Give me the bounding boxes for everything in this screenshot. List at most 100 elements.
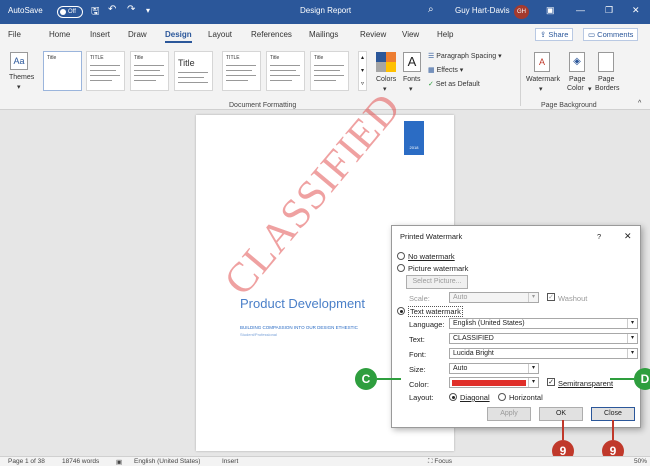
gallery-scroll[interactable]: ▴ ▾ ▿	[358, 51, 367, 91]
page-borders-label-1[interactable]: Page	[598, 76, 614, 83]
page-borders-icon[interactable]	[598, 52, 614, 72]
picture-watermark-label[interactable]: Picture watermark	[408, 264, 468, 273]
chevron-down-icon: ▾	[627, 349, 637, 358]
size-select[interactable]: Auto ▾	[449, 363, 539, 374]
style-set-1-title: Title	[47, 55, 57, 61]
effects-button[interactable]: ▦ Effects ▾	[428, 66, 463, 74]
watermark-icon[interactable]: A	[534, 52, 550, 72]
fonts-label[interactable]: Fonts	[403, 76, 421, 83]
themes-dropdown-icon[interactable]: ▾	[17, 83, 21, 91]
style-set-4-title: Title	[178, 58, 195, 68]
washout-label[interactable]: Washout	[558, 294, 587, 303]
document-title[interactable]: Design Report	[300, 6, 351, 15]
tab-file[interactable]: File	[8, 30, 21, 39]
zoom-level[interactable]: 50%	[634, 458, 647, 465]
word-count[interactable]: 18746 words	[62, 458, 99, 465]
tab-insert[interactable]: Insert	[90, 30, 110, 39]
set-as-default-button[interactable]: ✓ Set as Default	[428, 80, 480, 88]
language-status[interactable]: English (United States)	[134, 458, 200, 465]
tab-layout[interactable]: Layout	[208, 30, 232, 39]
color-label: Color:	[409, 380, 430, 389]
proofing-icon[interactable]: ▣	[116, 458, 122, 466]
line	[226, 75, 256, 76]
ok-button[interactable]: OK	[539, 407, 583, 421]
themes-icon[interactable]: Aa	[10, 52, 28, 70]
page-color-dropdown-icon[interactable]: ▾	[588, 85, 592, 93]
tab-view[interactable]: View	[402, 30, 419, 39]
horizontal-radio[interactable]	[498, 393, 506, 401]
page-color-label-1[interactable]: Page	[569, 76, 585, 83]
style-set-2[interactable]: TITLE	[86, 51, 125, 91]
paragraph-spacing-button[interactable]: ☰ Paragraph Spacing ▾	[428, 52, 502, 60]
autosave-toggle[interactable]: Off	[57, 6, 83, 18]
picture-watermark-radio[interactable]	[397, 264, 405, 272]
restore-icon[interactable]: ❐	[605, 5, 613, 16]
redo-icon[interactable]: ↷	[127, 4, 135, 15]
ribbon-display-icon[interactable]: ▣	[546, 5, 555, 16]
fonts-dropdown-icon[interactable]: ▾	[409, 85, 413, 93]
cover-badge: 2018	[409, 145, 419, 150]
style-set-3[interactable]: Title	[130, 51, 169, 91]
close-icon[interactable]: ✕	[624, 231, 632, 242]
collapse-ribbon-icon[interactable]: ^	[638, 100, 641, 107]
style-set-6[interactable]: Title	[266, 51, 305, 91]
fonts-icon[interactable]: A	[403, 52, 421, 72]
diagonal-label[interactable]: Diagonal	[460, 393, 490, 402]
search-icon[interactable]: ⌕	[428, 4, 434, 15]
watermark-dropdown-icon[interactable]: ▾	[539, 85, 543, 93]
scale-select[interactable]: Auto ▾	[449, 292, 539, 303]
horizontal-label[interactable]: Horizontal	[509, 393, 543, 402]
semitransparent-label[interactable]: Semitransparent	[558, 379, 613, 388]
line	[90, 65, 120, 66]
select-picture-button[interactable]: Select Picture...	[406, 275, 468, 289]
insert-mode[interactable]: Insert	[222, 458, 238, 465]
style-set-1[interactable]: Title	[43, 51, 82, 91]
no-watermark-radio[interactable]	[397, 252, 405, 260]
watermark-label[interactable]: Watermark	[526, 76, 560, 83]
page-color-label-2[interactable]: Color	[567, 85, 584, 92]
save-icon[interactable]: 🖫	[91, 4, 100, 21]
undo-icon[interactable]: ↶	[108, 4, 116, 15]
semitransparent-checkbox[interactable]: ✓	[547, 378, 555, 386]
color-select[interactable]: ▾	[449, 377, 539, 388]
tab-mailings[interactable]: Mailings	[309, 30, 338, 39]
quick-access-dropdown-icon[interactable]: ▾	[146, 6, 150, 15]
close-window-icon[interactable]: ✕	[632, 5, 640, 16]
no-watermark-label[interactable]: No watermark	[408, 252, 455, 261]
tab-help[interactable]: Help	[437, 30, 453, 39]
page-color-icon[interactable]: ◈	[569, 52, 585, 72]
apply-button[interactable]: Apply	[487, 407, 531, 421]
language-select[interactable]: English (United States) ▾	[449, 318, 638, 329]
colors-label[interactable]: Colors	[376, 76, 396, 83]
style-set-4[interactable]: Title	[174, 51, 213, 91]
comments-button[interactable]: ▭ Comments	[583, 28, 639, 41]
colors-icon[interactable]	[376, 52, 396, 72]
document-title-heading[interactable]: Product Development	[240, 296, 365, 311]
tab-design[interactable]: Design	[165, 30, 192, 43]
tab-references[interactable]: References	[251, 30, 292, 39]
text-select[interactable]: CLASSIFIED ▾	[449, 333, 638, 344]
style-set-7[interactable]: Title	[310, 51, 349, 91]
close-button[interactable]: Close	[591, 407, 635, 421]
focus-button[interactable]: ⛶ Focus	[428, 458, 452, 466]
avatar[interactable]: GH	[514, 5, 529, 19]
style-set-5[interactable]: TITLE	[222, 51, 261, 91]
tab-home[interactable]: Home	[49, 30, 70, 39]
text-watermark-label[interactable]: Text watermark	[408, 306, 463, 317]
minimize-icon[interactable]: —	[576, 5, 585, 15]
themes-label[interactable]: Themes	[9, 74, 34, 81]
help-icon[interactable]: ?	[597, 232, 601, 241]
font-select[interactable]: Lucida Bright ▾	[449, 348, 638, 359]
tab-draw[interactable]: Draw	[128, 30, 147, 39]
tab-review[interactable]: Review	[360, 30, 386, 39]
line	[90, 75, 120, 76]
washout-checkbox[interactable]: ✓	[547, 293, 555, 301]
page-count[interactable]: Page 1 of 38	[8, 458, 45, 465]
page-borders-label-2[interactable]: Borders	[595, 85, 620, 92]
line	[178, 82, 208, 83]
document-author[interactable]: Student/Professional	[240, 332, 277, 337]
share-button[interactable]: ⇪ Share	[535, 28, 574, 41]
text-watermark-radio[interactable]	[397, 307, 405, 315]
diagonal-radio[interactable]	[449, 393, 457, 401]
document-subtitle[interactable]: BUILDING COMPASSION INTO OUR DESIGN ETHE…	[240, 325, 358, 330]
